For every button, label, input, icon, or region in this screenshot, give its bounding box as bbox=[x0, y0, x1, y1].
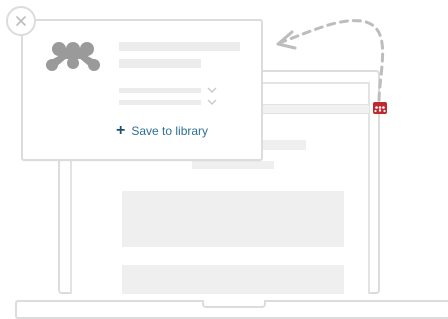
close-button[interactable] bbox=[6, 6, 36, 36]
laptop-notch bbox=[202, 300, 266, 308]
title-placeholder bbox=[119, 42, 240, 51]
chevron-down-icon[interactable] bbox=[207, 87, 217, 93]
chevron-down-icon[interactable] bbox=[207, 99, 217, 105]
content-placeholder-subtitle bbox=[192, 161, 274, 169]
dashed-arrow bbox=[276, 19, 385, 102]
save-to-library-label: Save to library bbox=[131, 124, 209, 138]
plus-icon: + bbox=[116, 122, 126, 139]
group-select[interactable] bbox=[119, 100, 201, 105]
content-placeholder-block-2 bbox=[122, 265, 344, 294]
author-placeholder bbox=[119, 59, 201, 68]
folder-select[interactable] bbox=[119, 88, 201, 93]
close-icon bbox=[16, 16, 26, 26]
save-to-library-button[interactable]: + Save to library bbox=[116, 122, 209, 139]
content-placeholder-block bbox=[122, 191, 344, 247]
mendeley-logo bbox=[46, 42, 100, 71]
